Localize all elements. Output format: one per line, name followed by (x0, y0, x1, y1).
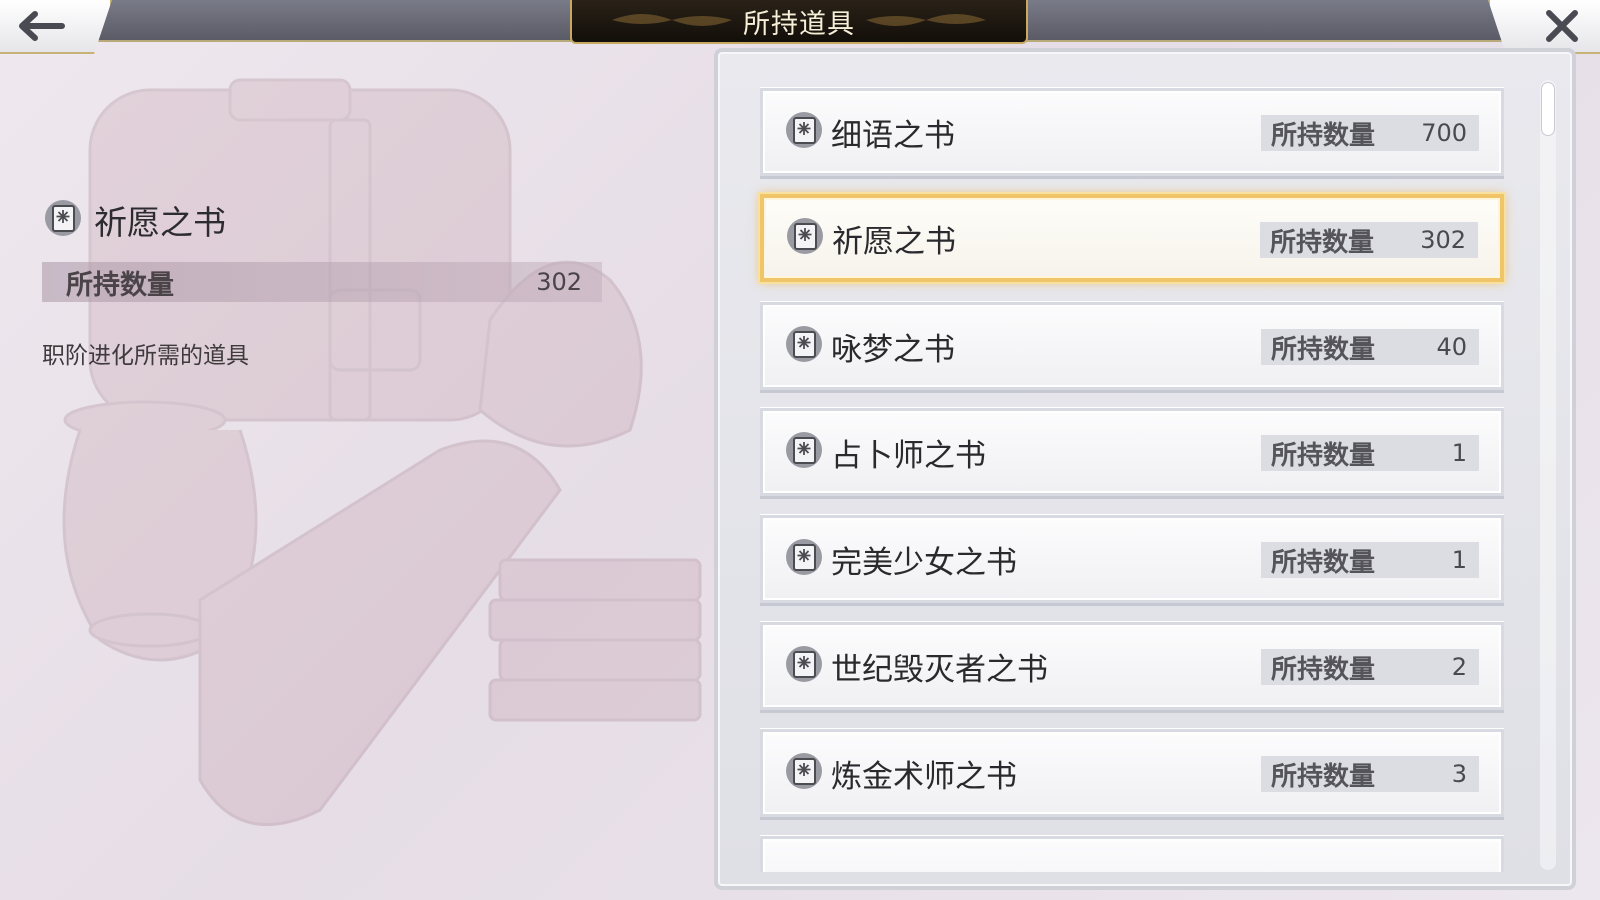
item-quantity: 所持数量 700 (1261, 115, 1479, 151)
item-quantity: 所持数量 1 (1261, 435, 1479, 471)
quantity-label: 所持数量 (1271, 334, 1376, 365)
item-row[interactable]: 咏梦之书 所持数量 40 (760, 302, 1504, 390)
back-button[interactable] (0, 0, 112, 54)
quantity-value: 2 (1451, 653, 1467, 681)
item-quantity: 所持数量 302 (1260, 222, 1478, 258)
quantity-value: 302 (1420, 226, 1466, 254)
page-title: 所持道具 (743, 8, 855, 40)
scrollbar-thumb[interactable] (1541, 82, 1555, 136)
item-list-panel: 细语之书 所持数量 700 祈愿之书 所持数量 302 咏梦之书 所持数量 40 占卜师之书 所持数… (714, 48, 1576, 890)
book-icon (785, 325, 823, 367)
item-row[interactable]: 完美少女之书 所持数量 1 (760, 515, 1504, 603)
item-description: 职阶进化所需的道具 (42, 343, 249, 369)
item-row[interactable]: 世纪毁灭者之书 所持数量 2 (760, 622, 1504, 710)
item-quantity: 所持数量 1 (1261, 542, 1479, 578)
item-quantity: 所持数量 3 (1261, 756, 1479, 792)
quantity-value: 1 (1451, 439, 1467, 467)
quantity-label: 所持数量 (1271, 440, 1376, 471)
ornament-icon (866, 14, 986, 26)
item-name: 世纪毁灭者之书 (831, 651, 1048, 688)
book-icon (785, 111, 823, 153)
item-name: 祈愿之书 (832, 223, 956, 260)
book-icon (44, 199, 82, 241)
item-quantity: 所持数量 40 (1261, 329, 1479, 365)
close-x-icon (1511, 9, 1579, 43)
item-name: 炼金术师之书 (831, 758, 1017, 795)
item-name: 细语之书 (831, 117, 955, 154)
book-icon (785, 752, 823, 794)
quantity-label: 所持数量 (1271, 120, 1376, 151)
quantity-label: 所持数量 (1271, 547, 1376, 578)
item-detail-quantity: 所持数量 302 (42, 262, 602, 302)
scrollbar[interactable] (1540, 80, 1556, 870)
item-detail-header: 祈愿之书 (44, 196, 226, 244)
quantity-value: 700 (1421, 119, 1467, 147)
quantity-value: 302 (536, 268, 582, 296)
quantity-label: 所持数量 (1270, 227, 1375, 258)
background-art (62, 78, 702, 826)
quantity-label: 所持数量 (66, 269, 174, 301)
item-row[interactable]: 细语之书 所持数量 700 (760, 88, 1504, 176)
item-row[interactable]: 炼金术师之书 所持数量 3 (760, 729, 1504, 817)
quantity-label: 所持数量 (1271, 654, 1376, 685)
title-plate: 所持道具 (570, 0, 1028, 44)
quantity-value: 1 (1451, 546, 1467, 574)
quantity-value: 40 (1436, 333, 1467, 361)
item-name: 占卜师之书 (831, 437, 986, 474)
item-row[interactable]: 占卜师之书 所持数量 1 (760, 408, 1504, 496)
item-row[interactable] (760, 836, 1504, 872)
arrow-left-icon (19, 11, 91, 41)
book-icon (785, 538, 823, 580)
quantity-label: 所持数量 (1271, 761, 1376, 792)
ornament-icon (612, 14, 732, 26)
book-icon (785, 431, 823, 473)
item-row[interactable]: 祈愿之书 所持数量 302 (760, 194, 1504, 282)
quantity-value: 3 (1451, 760, 1467, 788)
item-list[interactable]: 细语之书 所持数量 700 祈愿之书 所持数量 302 咏梦之书 所持数量 40 占卜师之书 所持数… (718, 52, 1572, 872)
book-icon (786, 217, 824, 259)
item-name: 完美少女之书 (831, 544, 1017, 581)
item-quantity: 所持数量 2 (1261, 649, 1479, 685)
item-name: 咏梦之书 (831, 331, 955, 368)
close-button[interactable] (1488, 0, 1600, 54)
item-detail-name: 祈愿之书 (94, 203, 226, 242)
book-icon (785, 645, 823, 687)
